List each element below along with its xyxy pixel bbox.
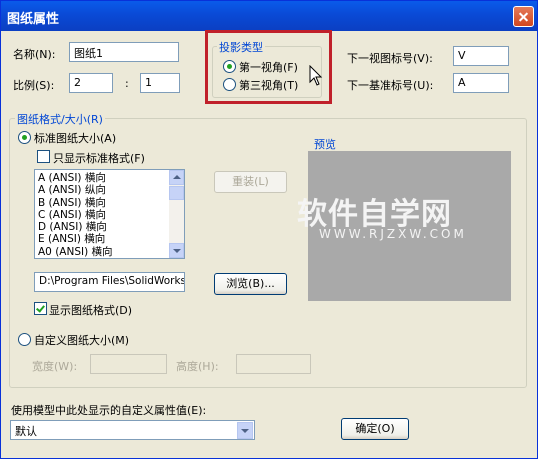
list-item[interactable]: B (ANSI) 横向 (35, 197, 184, 209)
list-item[interactable]: A0 (ANSI) 横向 (35, 246, 184, 258)
next-view-label: 下一视图标号(V): (347, 52, 433, 65)
next-datum-label: 下一基准标号(U): (347, 79, 434, 92)
name-label: 名称(N): (13, 48, 56, 61)
list-item[interactable]: E (ANSI) 横向 (35, 233, 184, 245)
reload-button[interactable]: 重装(L) (214, 171, 287, 193)
custom-property-value: 默认 (15, 425, 37, 438)
chevron-down-icon (173, 249, 181, 253)
show-format-label[interactable]: 显示图纸格式(D) (49, 302, 132, 318)
scale-label: 比例(S): (13, 79, 55, 92)
list-item[interactable]: C (ANSI) 横向 (35, 209, 184, 221)
sheet-properties-dialog: 图纸属性 名称(N): 图纸1 比例(S): 2 : 1 投影类型 第一视角(F… (0, 0, 538, 459)
standard-size-label[interactable]: 标准图纸大小(A) (34, 130, 116, 146)
browse-button[interactable]: 浏览(B)... (214, 273, 287, 295)
custom-size-label[interactable]: 自定义图纸大小(M) (34, 332, 129, 348)
ok-button[interactable]: 确定(O) (341, 418, 409, 440)
only-standard-label[interactable]: 只显示标准格式(F) (53, 150, 145, 166)
list-item[interactable]: A (ANSI) 纵向 (35, 184, 184, 196)
next-view-input[interactable]: V (453, 46, 509, 66)
close-icon[interactable] (513, 6, 534, 27)
sheet-format-group-title: 图纸格式/大小(R) (15, 111, 105, 127)
title-bar[interactable]: 图纸属性 (1, 1, 537, 31)
scroll-up-button[interactable] (169, 170, 184, 185)
scroll-down-button[interactable] (169, 243, 184, 258)
dialog-title: 图纸属性 (7, 12, 60, 27)
width-input[interactable] (90, 354, 167, 374)
format-path-input[interactable]: D:\Program Files\SolidWorks\c (34, 272, 185, 292)
sheet-size-list[interactable]: A (ANSI) 横向 A (ANSI) 纵向 B (ANSI) 横向 C (A… (34, 169, 185, 259)
preview-label: 预览 (314, 138, 336, 151)
only-standard-checkbox[interactable] (37, 150, 50, 163)
custom-property-label: 使用模型中此处显示的自定义属性值(E): (11, 404, 207, 417)
list-item[interactable]: A (ANSI) 横向 (35, 172, 184, 184)
scale-numerator-input[interactable]: 2 (69, 73, 113, 93)
list-item[interactable]: D (ANSI) 横向 (35, 221, 184, 233)
mouse-cursor-icon (309, 65, 323, 86)
scale-separator: : (125, 77, 129, 90)
scale-denominator-input[interactable]: 1 (140, 73, 180, 93)
list-scrollbar[interactable] (169, 170, 184, 258)
width-label: 宽度(W): (32, 360, 78, 373)
next-datum-input[interactable]: A (453, 73, 509, 93)
name-input[interactable]: 图纸1 (69, 42, 179, 62)
watermark-url: WWW.RJZXW.COM (319, 227, 467, 241)
standard-size-radio[interactable] (18, 131, 31, 144)
show-format-checkbox[interactable] (34, 302, 47, 315)
height-label: 高度(H): (176, 360, 219, 373)
scroll-thumb[interactable] (169, 186, 184, 200)
chevron-up-icon (173, 175, 181, 179)
custom-size-radio[interactable] (18, 333, 31, 346)
dropdown-arrow-icon[interactable] (237, 422, 253, 439)
height-input[interactable] (236, 354, 311, 374)
custom-property-select[interactable]: 默认 (10, 420, 255, 440)
